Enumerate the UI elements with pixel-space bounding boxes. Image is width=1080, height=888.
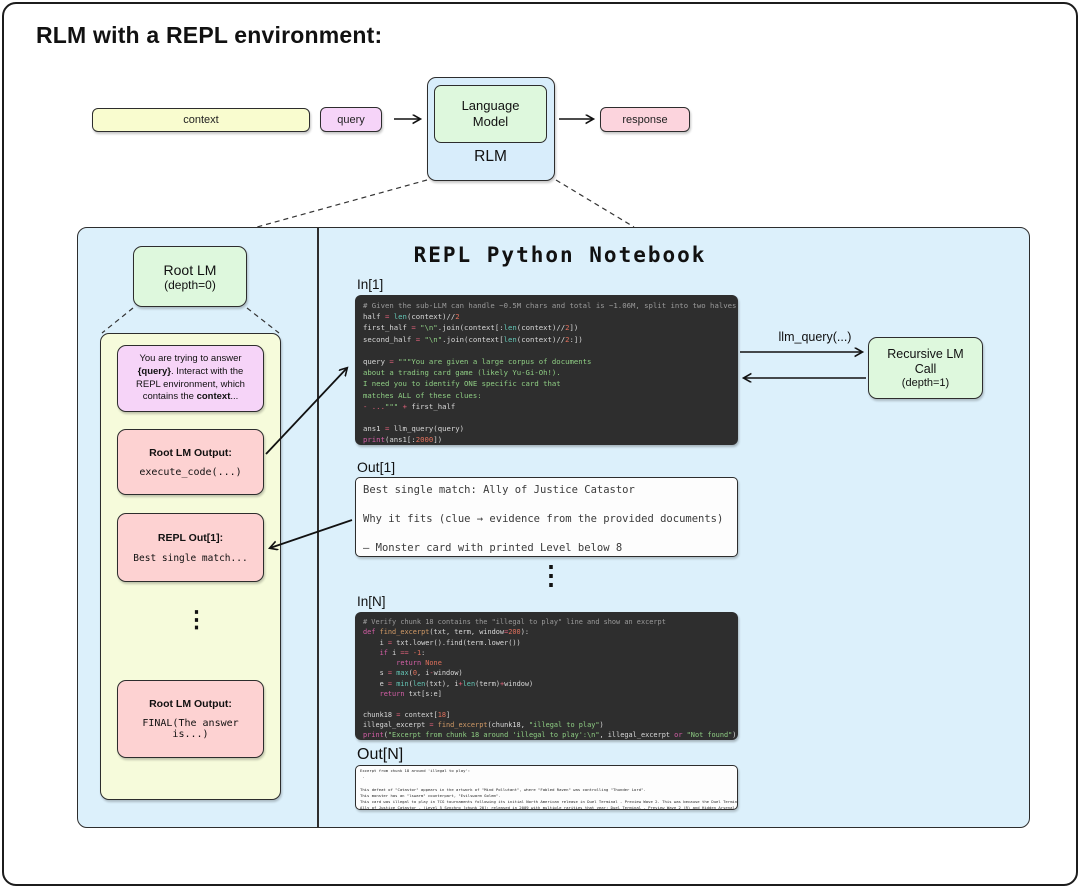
- response-box: response: [600, 107, 690, 132]
- inN-code-cell: # Verify chunk 18 contains the "illegal …: [355, 612, 738, 740]
- rlm-label: RLM: [428, 148, 553, 166]
- diagram-canvas: RLM with a REPL environment: context que…: [0, 0, 1080, 888]
- inN-label: In[N]: [357, 594, 386, 609]
- final-output-box: Root LM Output: FINAL(The answer is...): [117, 680, 264, 758]
- outN-box: Excerpt from chunk 18 around 'illegal to…: [355, 765, 738, 810]
- repl-out-body: Best single match...: [133, 553, 247, 564]
- root-lm-output-body: execute_code(...): [139, 467, 241, 478]
- notebook-title: REPL Python Notebook: [360, 243, 760, 267]
- prompt-box: You are trying to answer {query}. Intera…: [117, 345, 264, 412]
- rlm-box: Language Model RLM: [427, 77, 555, 181]
- query-box: query: [320, 107, 382, 132]
- page-title: RLM with a REPL environment:: [36, 22, 382, 49]
- root-lm-output-box: Root LM Output: execute_code(...): [117, 429, 264, 495]
- recursive-lm-box: Recursive LM Call (depth=1): [868, 337, 983, 399]
- llm-query-label: llm_query(...): [765, 330, 865, 344]
- root-lm-title: Root LM: [164, 262, 217, 278]
- context-box: context: [92, 108, 310, 132]
- root-lm-output-title: Root LM Output:: [149, 447, 232, 459]
- response-label: response: [622, 114, 667, 126]
- panel-divider: [317, 227, 319, 828]
- out1-box: Best single match: Ally of Justice Catas…: [355, 477, 738, 557]
- recursive-lm-title: Recursive LM Call: [881, 347, 971, 377]
- repl-out-box: REPL Out[1]: Best single match...: [117, 513, 264, 582]
- language-model-label: Language Model: [451, 98, 531, 131]
- context-label: context: [183, 114, 218, 126]
- out1-label: Out[1]: [357, 459, 395, 475]
- notebook-ellipsis: ⋮: [538, 562, 564, 588]
- recursive-lm-depth: (depth=1): [902, 377, 949, 389]
- repl-out-title: REPL Out[1]:: [158, 532, 223, 544]
- final-output-title: Root LM Output:: [149, 698, 232, 710]
- root-lm-depth: (depth=0): [164, 278, 216, 292]
- prompt-text: You are trying to answer {query}. Intera…: [118, 350, 263, 407]
- in1-label: In[1]: [357, 277, 383, 292]
- left-ellipsis: ⋮: [185, 608, 208, 631]
- language-model-box: Language Model: [434, 85, 547, 143]
- root-lm-box: Root LM (depth=0): [133, 246, 247, 307]
- final-output-body: FINAL(The answer is...): [142, 718, 238, 740]
- in1-code-cell: # Given the sub-LLM can handle ~0.5M cha…: [355, 295, 738, 445]
- outN-label: Out[N]: [357, 746, 403, 764]
- query-label: query: [337, 114, 365, 126]
